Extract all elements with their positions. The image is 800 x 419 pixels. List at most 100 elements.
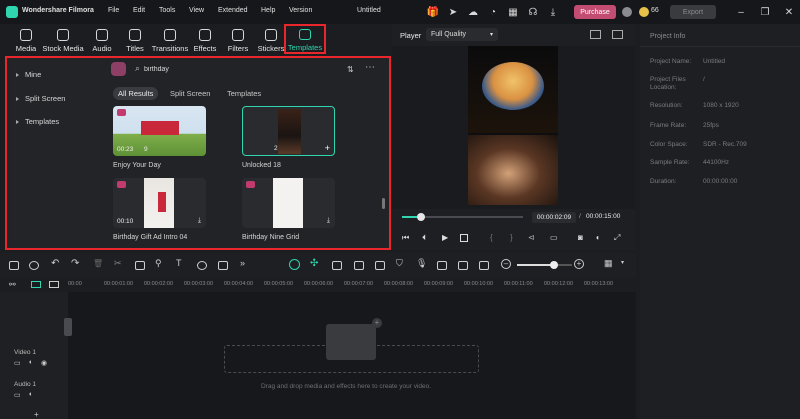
select-icon[interactable] (29, 261, 39, 270)
track-settings-icon[interactable] (49, 281, 59, 288)
download-icon[interactable]: ⤓ (198, 217, 201, 225)
tab-effects[interactable]: Effects (193, 26, 217, 54)
template-card-enjoy-your-day[interactable]: 00:23 9 (113, 106, 206, 156)
auto-enhance-icon[interactable] (332, 261, 342, 270)
tab-stickers[interactable]: Stickers (258, 26, 284, 54)
layout-icon[interactable] (9, 261, 19, 270)
progress-handle[interactable] (417, 213, 426, 221)
download-icon[interactable]: ⤓ (327, 217, 330, 225)
step-back-icon[interactable]: ⏴ (422, 233, 426, 243)
folder-icon[interactable]: ▭ (14, 391, 21, 399)
tab-media[interactable]: Media (13, 26, 39, 54)
gift-icon[interactable]: 🎁 (426, 5, 440, 19)
scrollbar[interactable] (382, 198, 385, 209)
folder-icon[interactable]: ▭ (14, 359, 21, 367)
clip-icon[interactable] (479, 261, 489, 270)
redo-icon[interactable]: ↷ (71, 258, 79, 269)
cloud-icon[interactable]: ☁ (466, 5, 480, 19)
download-icon[interactable]: ⤓ (546, 5, 560, 19)
link-icon[interactable]: ⚲ (155, 258, 162, 269)
sidebar-item-mine[interactable]: Mine (16, 70, 41, 79)
template-card-birthday-nine-grid[interactable]: ⤓ (242, 178, 335, 228)
delete-icon[interactable]: 🗑 (93, 259, 103, 268)
menu-file[interactable]: File (108, 7, 119, 14)
maximize-icon[interactable]: ❐ (758, 5, 772, 19)
minimize-icon[interactable]: – (734, 5, 748, 19)
mark-out-icon[interactable]: } (510, 233, 513, 242)
template-card-birthday-gift-ad[interactable]: 00:10 ⤓ (113, 178, 206, 228)
tab-transitions[interactable]: Transitions (152, 26, 188, 54)
menu-help[interactable]: Help (261, 7, 275, 14)
template-filter-icon[interactable] (111, 62, 126, 76)
mark-in-icon[interactable]: { (490, 233, 493, 242)
current-time[interactable]: 00:00:02:09 (532, 212, 576, 223)
snap-icon[interactable] (289, 259, 300, 270)
purchase-button[interactable]: Purchase (574, 5, 616, 19)
speaker-icon[interactable]: ◖ (28, 391, 32, 398)
transform-icon[interactable] (218, 261, 228, 270)
timeline-grid-icon[interactable]: ▦ (604, 258, 613, 269)
speed-icon[interactable] (197, 261, 207, 270)
search-input[interactable] (144, 64, 334, 74)
cut-icon[interactable]: ✂ (114, 258, 122, 269)
subtitle-icon[interactable] (458, 261, 468, 270)
ripple-icon[interactable]: ✣ (310, 258, 318, 269)
quality-select[interactable]: Full Quality ▾ (426, 28, 498, 41)
template-card-unlocked-18[interactable]: 2 + (242, 106, 335, 156)
grid-icon[interactable]: ▦ (506, 5, 520, 19)
add-icon[interactable]: + (372, 318, 382, 328)
undo-icon[interactable]: ↶ (51, 258, 59, 269)
mark-icon[interactable]: ⊲ (528, 233, 535, 242)
menu-edit[interactable]: Edit (133, 7, 145, 14)
filter-templates[interactable]: Templates (227, 89, 261, 98)
timeline-tracks[interactable]: + Drag and drop media and effects here t… (0, 292, 636, 419)
headset-icon[interactable]: ☊ (526, 5, 540, 19)
menu-tools[interactable]: Tools (159, 7, 175, 14)
volume-icon[interactable]: ◖ (595, 233, 600, 242)
notification-icon[interactable]: ◔ (486, 5, 500, 19)
add-track-icon[interactable]: ⚯ (9, 280, 16, 289)
grid-view-icon[interactable] (590, 30, 601, 39)
more-icon[interactable]: ⋯ (365, 62, 375, 73)
menu-extended[interactable]: Extended (218, 7, 248, 14)
avatar[interactable] (622, 7, 632, 17)
zoom-in-icon[interactable]: + (574, 259, 584, 269)
track-scroll-handle[interactable] (64, 318, 72, 336)
previous-frame-icon[interactable]: ⏮ (402, 233, 409, 243)
menu-view[interactable]: View (189, 7, 204, 14)
speaker-icon[interactable]: ◖ (28, 359, 32, 366)
filter-split-screen[interactable]: Split Screen (170, 89, 210, 98)
snapshot-icon[interactable]: ◙ (578, 233, 583, 242)
keyframe-icon[interactable] (354, 261, 364, 270)
link-track-icon[interactable] (31, 281, 41, 288)
stop-icon[interactable] (460, 234, 468, 242)
tab-audio[interactable]: Audio (90, 26, 114, 54)
play-icon[interactable]: ▶ (442, 233, 448, 242)
zoom-out-icon[interactable]: – (501, 259, 511, 269)
sidebar-item-split-screen[interactable]: Split Screen (16, 94, 65, 103)
fullscreen-icon[interactable]: ⤢ (614, 233, 620, 243)
chevron-down-icon[interactable]: ▾ (621, 259, 624, 266)
effects-panel-icon[interactable] (375, 261, 385, 270)
tab-templates[interactable]: Templates (284, 24, 326, 54)
zoom-handle[interactable] (550, 261, 559, 269)
image-icon[interactable] (612, 30, 623, 39)
menu-version[interactable]: Version (289, 7, 312, 14)
more-tools-icon[interactable]: » (240, 258, 245, 268)
eye-icon[interactable]: ◉ (41, 359, 47, 367)
display-icon[interactable]: ▭ (550, 233, 558, 242)
send-icon[interactable]: ➤ (446, 5, 460, 19)
export-button[interactable]: Export (670, 5, 716, 19)
microphone-icon[interactable]: 🎙 (416, 258, 427, 269)
shield-icon[interactable]: ⛉ (396, 258, 403, 269)
text-icon[interactable]: T (176, 258, 182, 268)
sort-icon[interactable]: ⇅ (347, 65, 354, 74)
crop-icon[interactable] (135, 261, 145, 270)
tab-filters[interactable]: Filters (227, 26, 249, 54)
add-icon[interactable]: + (325, 143, 330, 153)
add-icon[interactable]: + (34, 410, 39, 419)
sidebar-item-templates[interactable]: Templates (16, 117, 59, 126)
tab-titles[interactable]: Titles (124, 26, 146, 54)
filter-all-results[interactable]: All Results (113, 87, 159, 100)
tab-stock-media[interactable]: Stock Media (42, 26, 84, 54)
